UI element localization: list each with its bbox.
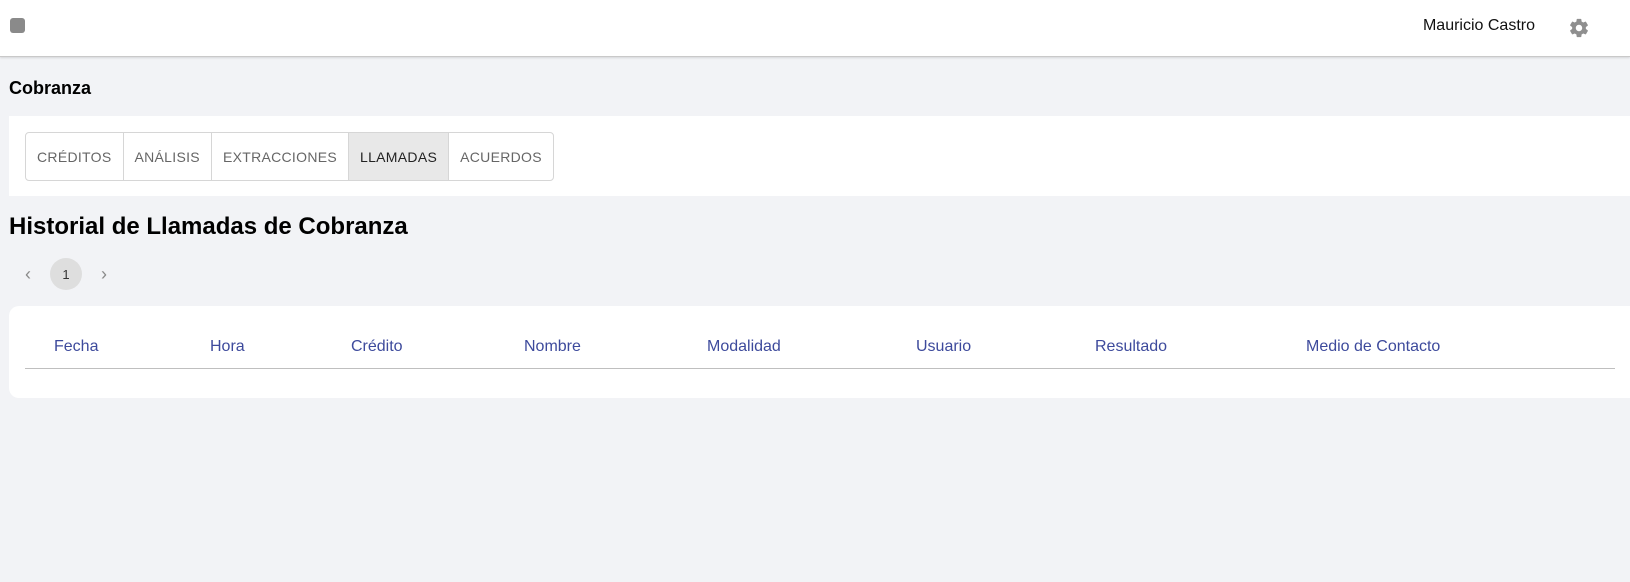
tab-creditos[interactable]: CRÉDITOS bbox=[26, 133, 124, 180]
table-header-row: Fecha Hora Crédito Nombre Modalidad Usua… bbox=[25, 324, 1615, 369]
column-header-medio-contacto[interactable]: Medio de Contacto bbox=[1306, 338, 1440, 356]
column-header-hora[interactable]: Hora bbox=[210, 338, 245, 356]
column-header-modalidad[interactable]: Modalidad bbox=[707, 338, 781, 356]
section-title: Cobranza bbox=[9, 78, 92, 98]
tab-analisis[interactable]: ANÁLISIS bbox=[124, 133, 212, 180]
page-number-button[interactable]: 1 bbox=[50, 258, 82, 290]
column-header-usuario[interactable]: Usuario bbox=[916, 338, 971, 356]
tab-bar: CRÉDITOS ANÁLISIS EXTRACCIONES LLAMADAS … bbox=[25, 132, 554, 181]
page-title: Historial de Llamadas de Cobranza bbox=[9, 213, 408, 240]
calls-table: Fecha Hora Crédito Nombre Modalidad Usua… bbox=[9, 306, 1630, 398]
tab-extracciones[interactable]: EXTRACCIONES bbox=[212, 133, 349, 180]
tabs-panel: CRÉDITOS ANÁLISIS EXTRACCIONES LLAMADAS … bbox=[9, 116, 1630, 196]
column-header-resultado[interactable]: Resultado bbox=[1095, 338, 1167, 356]
top-bar: Mauricio Castro bbox=[0, 0, 1630, 57]
column-header-credito[interactable]: Crédito bbox=[351, 338, 403, 356]
tab-acuerdos[interactable]: ACUERDOS bbox=[449, 133, 553, 180]
chevron-left-icon[interactable]: ‹ bbox=[14, 258, 42, 290]
column-header-nombre[interactable]: Nombre bbox=[524, 338, 581, 356]
tab-llamadas[interactable]: LLAMADAS bbox=[349, 133, 450, 180]
gear-icon[interactable] bbox=[1568, 17, 1590, 39]
pagination: ‹ 1 › bbox=[14, 258, 118, 290]
menu-icon[interactable] bbox=[10, 18, 25, 33]
column-header-fecha[interactable]: Fecha bbox=[54, 338, 98, 356]
chevron-right-icon[interactable]: › bbox=[90, 258, 118, 290]
user-name[interactable]: Mauricio Castro bbox=[1423, 17, 1535, 35]
